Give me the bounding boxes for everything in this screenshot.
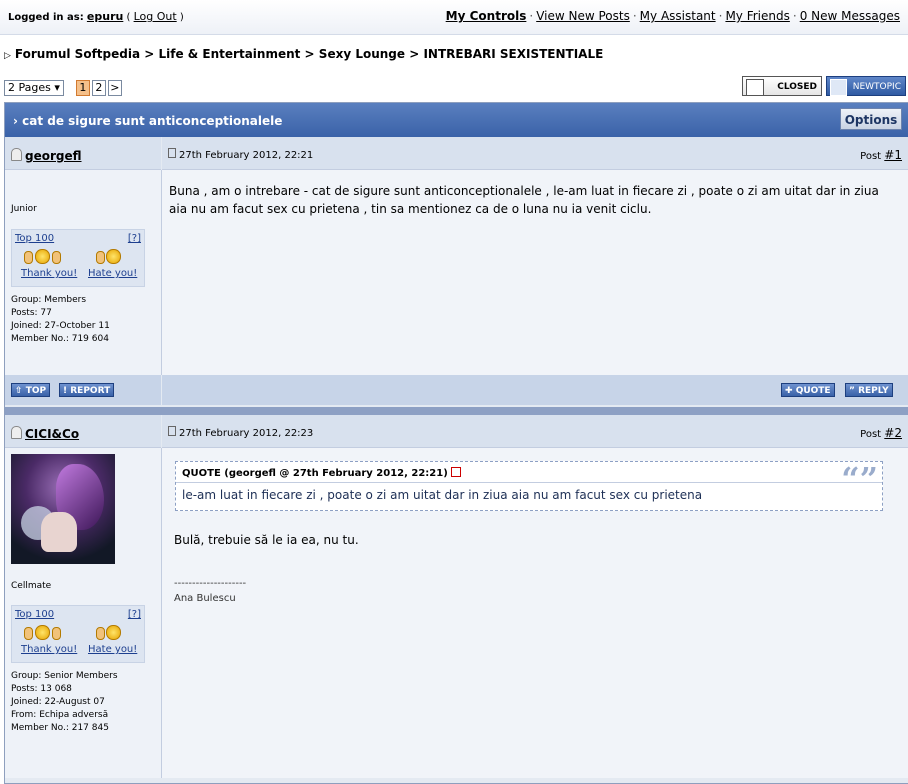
quote-text: le-am luat in fiecare zi , poate o zi am… [182,488,703,502]
user-panel: Cellmate Top 100 [?] Thank you! Hate you… [5,448,162,778]
next-page-link[interactable]: > [107,80,122,96]
post-number-link[interactable]: #2 [884,426,902,440]
nav-my-friends[interactable]: My Friends [725,9,789,23]
new-topic-icon [830,79,847,96]
lock-icon [746,79,764,96]
post-number: Post #2 [860,426,902,440]
post-date: 27th February 2012, 22:23 [168,426,313,439]
page-2-link[interactable]: 2 [91,80,106,96]
post-number: Post #1 [860,148,902,162]
top-bar: Logged in as: epuru ( Log Out ) My Contr… [0,0,908,35]
breadcrumb-arrow-icon: ▷ [4,51,11,61]
quote-button[interactable]: ✚ QUOTE [781,383,835,397]
quote-block: QUOTE (georgefl @ 27th February 2012, 22… [175,460,883,511]
top100-link[interactable]: Top 100 [15,609,54,620]
user-nav: My Controls · View New Posts · My Assistant ·… [445,9,900,23]
breadcrumb-sexy-lounge[interactable]: Sexy Lounge [319,47,405,61]
help-link[interactable]: [?] [128,233,141,244]
user-icon [11,148,22,161]
pages-dropdown[interactable]: 2 Pages ▾ [4,80,64,96]
page-1-link[interactable]: 1 [75,80,90,96]
breadcrumb-forum[interactable]: Forumul Softpedia [15,47,140,61]
user-info: Group: Members Posts: 77 Joined: 27-Octo… [11,295,110,344]
quote-header: QUOTE (georgefl @ 27th February 2012, 22… [182,467,461,479]
post-1: georgefl 27th February 2012, 22:21 Post … [5,137,908,409]
signature: Ana Bulescu [174,593,236,604]
breadcrumb-current-forum[interactable]: INTREBARI SEXISTENTIALE [423,47,603,61]
login-status: Logged in as: epuru ( Log Out ) [8,10,184,23]
nav-my-controls[interactable]: My Controls [446,9,527,23]
chevron-down-icon: ▾ [54,81,60,94]
nav-view-new-posts[interactable]: View New Posts [536,9,630,23]
thread-table: › cat de sigure sunt anticonceptionalele… [4,102,908,784]
post-date: 27th February 2012, 22:21 [168,148,313,161]
thread-title: › cat de sigure sunt anticonceptionalele [13,114,283,128]
view-post-icon[interactable] [450,467,461,477]
username-link[interactable]: epuru [87,10,123,23]
help-link[interactable]: [?] [128,609,141,620]
nav-my-assistant[interactable]: My Assistant [640,9,716,23]
closed-button[interactable]: CLOSED [742,76,822,96]
thank-emoticon-icon [22,249,64,264]
user-icon [11,426,22,439]
post-2: CICI&Co 27th February 2012, 22:23 Post #… [5,415,908,778]
post-footer-right: ✚ QUOTE ” REPLY [162,375,908,405]
post-author[interactable]: georgefl [11,148,82,163]
post-body: Buna , am o intrebare - cat de sigure su… [162,170,908,375]
rating-box: Top 100 [?] Thank you! Hate you! [11,229,145,287]
logout-link[interactable]: Log Out [134,10,177,23]
thank-you-link[interactable]: Thank you! [21,268,77,279]
reply-button[interactable]: ” REPLY [845,383,893,397]
hate-emoticon-icon [96,625,126,640]
new-topic-button[interactable]: NEWTOPIC [826,76,906,96]
report-button[interactable]: ! REPORT [59,383,115,397]
post-body: QUOTE (georgefl @ 27th February 2012, 22… [162,448,908,778]
document-icon [168,426,176,436]
breadcrumb-life[interactable]: Life & Entertainment [158,47,300,61]
thread-header: › cat de sigure sunt anticonceptionalele… [5,103,908,149]
user-info: Group: Senior Members Posts: 13 068 Join… [11,671,118,733]
thank-emoticon-icon [22,625,64,640]
thank-you-link[interactable]: Thank you! [21,644,77,655]
post-author[interactable]: CICI&Co [11,426,79,441]
quote-mark-icon: “” [841,460,878,498]
pagination: 2 Pages ▾ 1 2 > [4,80,122,96]
user-panel: Junior Top 100 [?] Thank you! Hate you! … [5,170,162,375]
top-button[interactable]: ⇧ TOP [11,383,51,397]
post-footer-left: ⇧ TOP ! REPORT [5,375,161,405]
avatar [11,454,115,564]
user-rank: Junior [11,204,37,214]
top100-link[interactable]: Top 100 [15,233,54,244]
hate-you-link[interactable]: Hate you! [88,644,137,655]
options-button[interactable]: Options ▾ [840,108,902,149]
breadcrumb: ▷ Forumul Softpedia > Life & Entertainmen… [4,47,604,61]
post-text: Buna , am o intrebare - cat de sigure su… [169,184,879,216]
hate-emoticon-icon [96,249,126,264]
user-rank: Cellmate [11,581,52,591]
hate-you-link[interactable]: Hate you! [88,268,137,279]
logged-in-label: Logged in as: [8,12,84,23]
signature-separator: -------------------- [174,578,247,589]
nav-new-messages[interactable]: 0 New Messages [800,9,900,23]
post-text: Bulă, trebuie să le ia ea, nu tu. [174,533,359,547]
document-icon [168,148,176,158]
post-number-link[interactable]: #1 [884,148,902,162]
post-divider [5,407,908,415]
rating-box: Top 100 [?] Thank you! Hate you! [11,605,145,663]
